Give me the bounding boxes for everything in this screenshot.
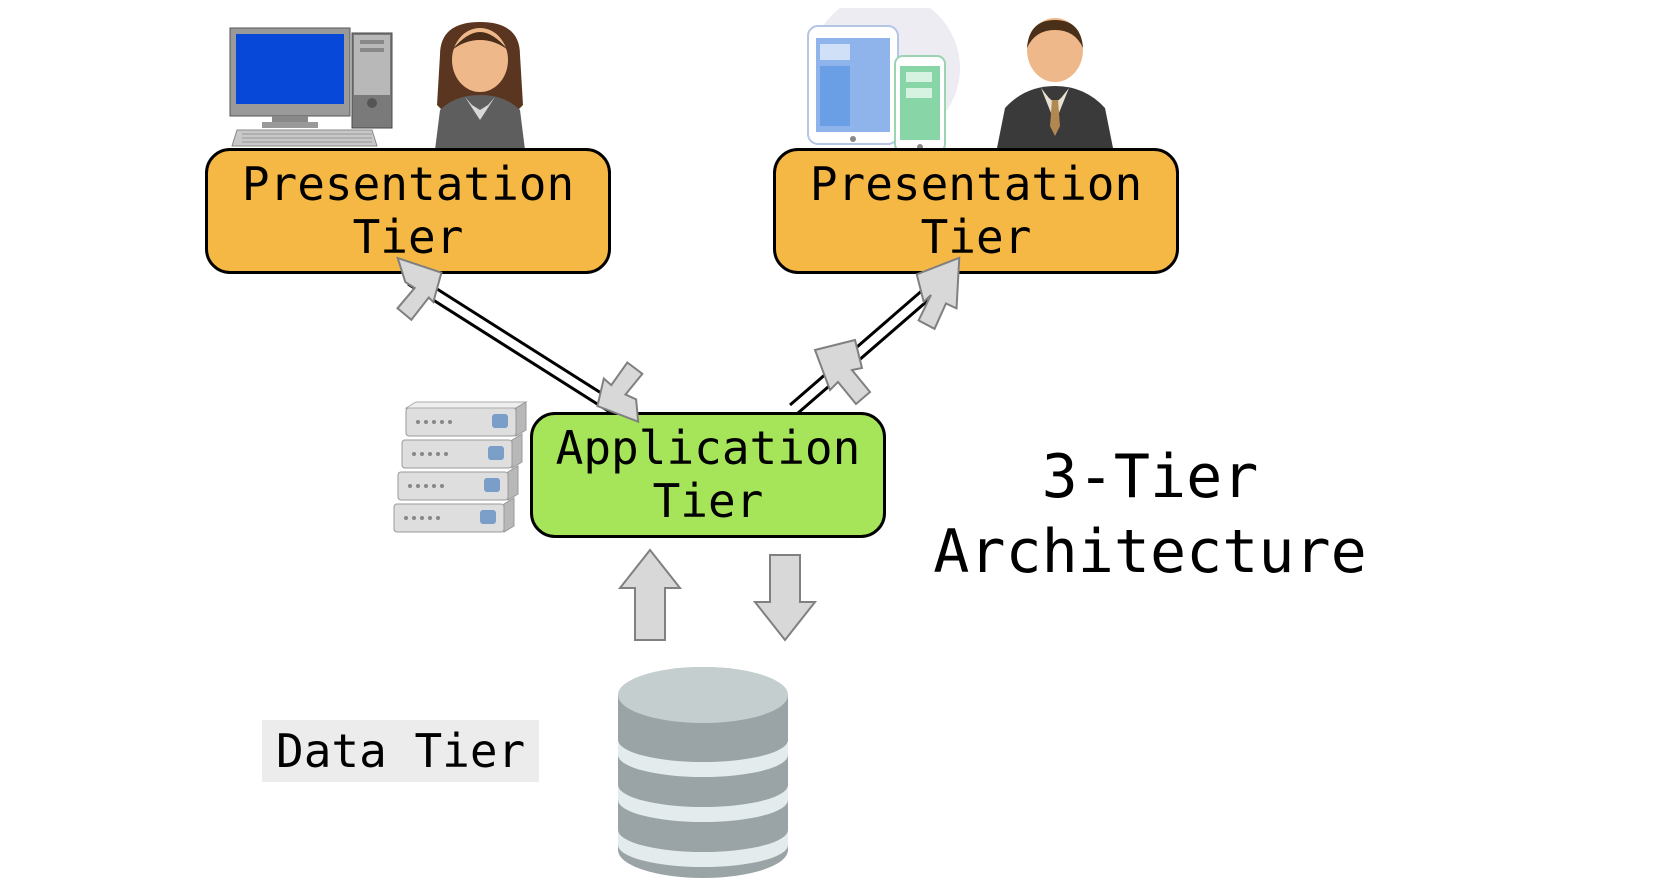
server-rack-icon xyxy=(388,400,528,540)
data-tier-label: Data Tier xyxy=(262,720,539,782)
application-line2: Tier xyxy=(653,474,764,528)
title-line1: 3-Tier xyxy=(1042,442,1259,512)
male-user-icon xyxy=(985,8,1125,148)
presentation-right-line1: Presentation xyxy=(810,157,1142,211)
application-tier: Application Tier xyxy=(530,412,886,538)
desktop-computer-icon xyxy=(212,18,402,148)
title-line2: Architecture xyxy=(933,517,1366,587)
female-user-icon xyxy=(415,10,545,150)
data-tier-text: Data Tier xyxy=(276,724,525,778)
application-line1: Application xyxy=(556,421,861,475)
presentation-left-line2: Tier xyxy=(353,210,464,264)
arrow-left-presentation-to-application xyxy=(391,258,643,422)
arrow-right-presentation-to-application xyxy=(790,258,966,413)
presentation-right-line2: Tier xyxy=(921,210,1032,264)
presentation-left-line1: Presentation xyxy=(242,157,574,211)
database-icon xyxy=(608,660,798,880)
presentation-tier-right: Presentation Tier xyxy=(773,148,1179,274)
presentation-tier-left: Presentation Tier xyxy=(205,148,611,274)
arrow-application-to-data xyxy=(620,550,815,640)
diagram-title: 3-Tier Architecture xyxy=(870,440,1430,590)
mobile-devices-icon xyxy=(790,8,970,158)
